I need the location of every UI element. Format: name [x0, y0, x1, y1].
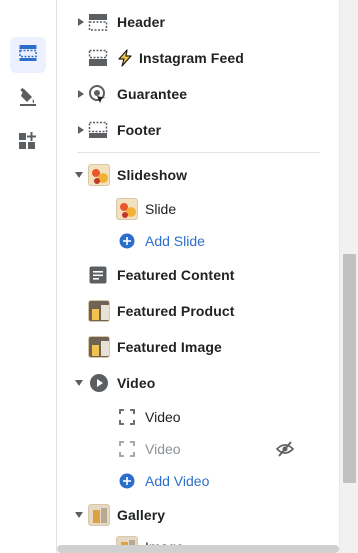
add-video-label: Add Video: [145, 473, 210, 489]
tree-item-header[interactable]: Header: [57, 5, 339, 39]
tree-item-label: Gallery: [117, 507, 166, 523]
tree-item-featured-content[interactable]: Featured Content: [57, 258, 339, 292]
header-section-icon: [87, 11, 109, 33]
tree-item-label: Slideshow: [117, 167, 188, 183]
tree-item-label: Header: [117, 14, 166, 30]
tree-item-footer[interactable]: Footer: [57, 113, 339, 147]
add-video-button[interactable]: Add Video: [57, 464, 339, 498]
app-embeds-rail-button[interactable]: [10, 125, 46, 161]
caret-down-icon[interactable]: [75, 511, 83, 519]
footer-section-icon: [87, 119, 109, 141]
theme-settings-rail-button[interactable]: [10, 81, 46, 117]
tree-item-label: Featured Image: [117, 339, 222, 355]
sections-icon: [18, 43, 38, 68]
slide-thumbnail-icon: [116, 198, 138, 220]
guarantee-badge-icon: [87, 83, 109, 105]
tree-item-video-block-hidden[interactable]: Video: [57, 432, 339, 466]
text-block-icon: [87, 264, 109, 286]
add-slide-button[interactable]: Add Slide: [57, 224, 339, 258]
icon-rail: [0, 0, 57, 553]
horizontal-scrollbar[interactable]: [57, 545, 339, 553]
scrollbar-thumb[interactable]: [343, 254, 356, 483]
caret-down-icon[interactable]: [75, 171, 83, 179]
caret-right-icon[interactable]: [77, 18, 85, 26]
vertical-scrollbar[interactable]: [339, 0, 358, 553]
sections-rail-button[interactable]: [10, 37, 46, 73]
tree-item-gallery[interactable]: Gallery: [57, 498, 339, 532]
slideshow-thumbnail-icon: [88, 164, 110, 186]
tree-item-slide[interactable]: Slide: [57, 192, 339, 226]
eye-slash-icon[interactable]: [275, 439, 295, 459]
tree-item-label: Slide: [145, 201, 177, 217]
paint-bucket-icon: [18, 87, 38, 112]
video-block-icon: [117, 407, 137, 427]
tree-item-label: Footer: [117, 122, 162, 138]
image-thumbnail-icon: [88, 336, 110, 358]
play-circle-icon: [88, 372, 110, 394]
add-apps-icon: [18, 131, 38, 156]
tree-item-video[interactable]: Video: [57, 366, 339, 400]
video-block-icon: [117, 439, 137, 459]
divider: [77, 152, 320, 153]
caret-down-icon[interactable]: [75, 379, 83, 387]
product-thumbnail-icon: [88, 300, 110, 322]
tree-item-label: Video: [117, 375, 156, 391]
tree-item-label: Guarantee: [117, 86, 188, 102]
tree-item-guarantee[interactable]: Guarantee: [57, 77, 339, 111]
tree-item-label: Featured Content: [117, 267, 235, 283]
section-tree: Header Instagram Feed Guarantee Footer S…: [57, 0, 339, 553]
lightning-icon: [115, 48, 135, 68]
plus-circle-icon: [117, 231, 137, 251]
plus-circle-icon: [117, 471, 137, 491]
add-slide-label: Add Slide: [145, 233, 205, 249]
tree-item-instagram-feed[interactable]: Instagram Feed: [57, 41, 339, 75]
tree-item-featured-product[interactable]: Featured Product: [57, 294, 339, 328]
tree-item-video-block[interactable]: Video: [57, 400, 339, 434]
theme-editor-sidebar: Header Instagram Feed Guarantee Footer S…: [0, 0, 358, 553]
tree-item-featured-image[interactable]: Featured Image: [57, 330, 339, 364]
tree-item-label: Video: [145, 409, 181, 425]
tree-item-label: Video: [145, 441, 181, 457]
gallery-thumbnail-icon: [88, 504, 110, 526]
header-section-icon: [87, 47, 109, 69]
caret-right-icon[interactable]: [77, 90, 85, 98]
caret-right-icon[interactable]: [77, 126, 85, 134]
tree-item-label: Featured Product: [117, 303, 235, 319]
tree-item-label: Instagram Feed: [139, 50, 244, 66]
tree-item-slideshow[interactable]: Slideshow: [57, 158, 339, 192]
